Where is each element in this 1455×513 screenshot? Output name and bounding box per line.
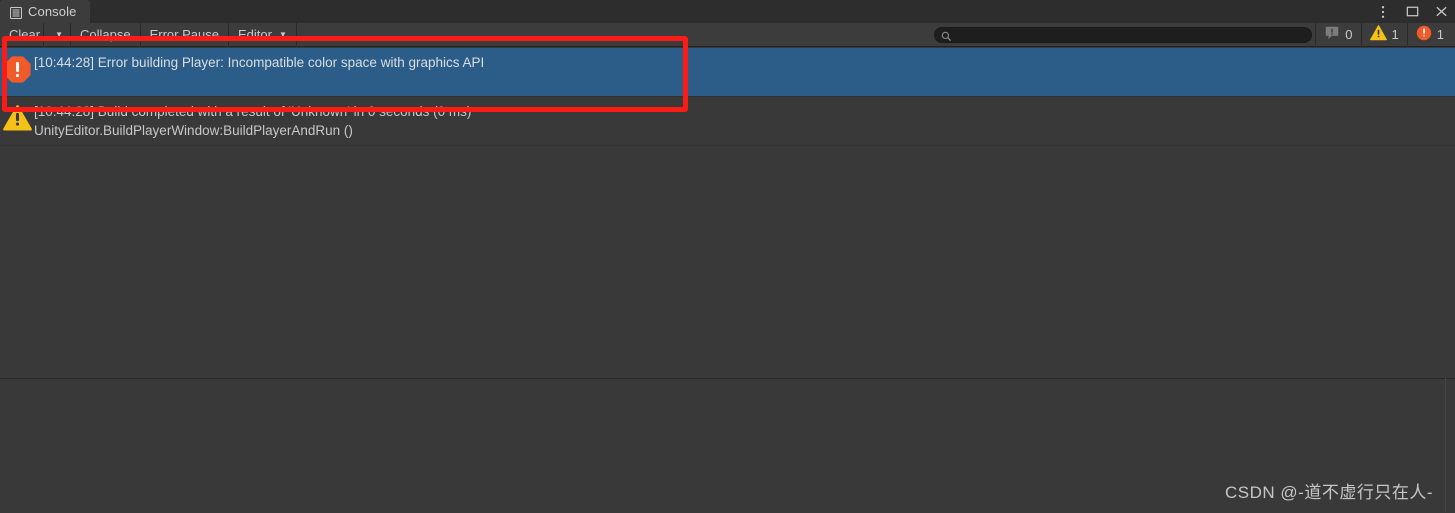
table-row[interactable]: [10:44:28] Build completed with a result… [0, 97, 1455, 146]
warning-count[interactable]: 1 [1360, 22, 1407, 47]
warning-triangle-icon [1369, 25, 1387, 44]
watermark: CSDN @-道不虚行只在人- [1225, 483, 1433, 502]
info-count-value: 0 [1345, 27, 1353, 42]
search-icon [941, 29, 952, 42]
console-toolbar: Clear ▼ Collapse Error Pause Editor ▼ 0 … [0, 22, 1455, 47]
error-circle-icon [1416, 25, 1432, 44]
row-text: [10:44:28] Build completed with a result… [34, 102, 1455, 140]
close-icon[interactable] [1433, 4, 1449, 20]
maximize-icon[interactable] [1404, 4, 1420, 20]
log-list[interactable]: [10:44:28] Error building Player: Incomp… [0, 48, 1455, 377]
error-octagon-icon [3, 56, 31, 83]
error-count[interactable]: 1 [1406, 22, 1455, 47]
log-detail-text [0, 379, 1455, 395]
info-bubble-icon [1324, 25, 1340, 44]
row-line-1: [10:44:28] Build completed with a result… [34, 104, 472, 119]
tab-bar: Console [0, 0, 1455, 23]
more-options-icon[interactable] [1375, 4, 1391, 20]
unity-console-window: Console Clear ▼ Collapse Error Pause Edi… [0, 0, 1455, 513]
detail-pane-divider [1445, 378, 1446, 512]
warning-count-value: 1 [1391, 27, 1399, 42]
clear-button[interactable]: Clear [0, 22, 45, 47]
row-icon [0, 102, 34, 131]
error-pause-toggle-label: Error Pause [149, 27, 219, 42]
info-count[interactable]: 0 [1315, 22, 1360, 47]
console-list-icon [10, 6, 22, 19]
error-count-value: 1 [1436, 27, 1444, 42]
search-field[interactable] [934, 26, 1313, 43]
tab-console[interactable]: Console [0, 0, 91, 23]
editor-dropdown-button[interactable]: Editor ▼ [229, 22, 297, 47]
row-text: [10:44:28] Error building Player: Incomp… [34, 53, 1455, 72]
row-line-1: [10:44:28] Error building Player: Incomp… [34, 55, 485, 70]
clear-dropdown-button[interactable]: ▼ [44, 22, 71, 47]
collapse-toggle[interactable]: Collapse [71, 22, 141, 47]
window-controls [1375, 0, 1449, 23]
error-pause-toggle[interactable]: Error Pause [141, 22, 229, 47]
clear-button-label: Clear [9, 27, 41, 42]
collapse-toggle-label: Collapse [80, 27, 131, 42]
row-line-2: UnityEditor.BuildPlayerWindow:BuildPlaye… [34, 123, 353, 138]
search-input[interactable] [952, 28, 1306, 41]
editor-dropdown-label: Editor [237, 27, 272, 42]
row-icon [0, 53, 34, 83]
table-row[interactable]: [10:44:28] Error building Player: Incomp… [0, 48, 1455, 97]
tab-console-label: Console [28, 4, 77, 19]
chevron-down-icon: ▼ [278, 29, 287, 39]
warning-triangle-icon [2, 105, 32, 131]
chevron-down-icon: ▼ [55, 29, 63, 39]
